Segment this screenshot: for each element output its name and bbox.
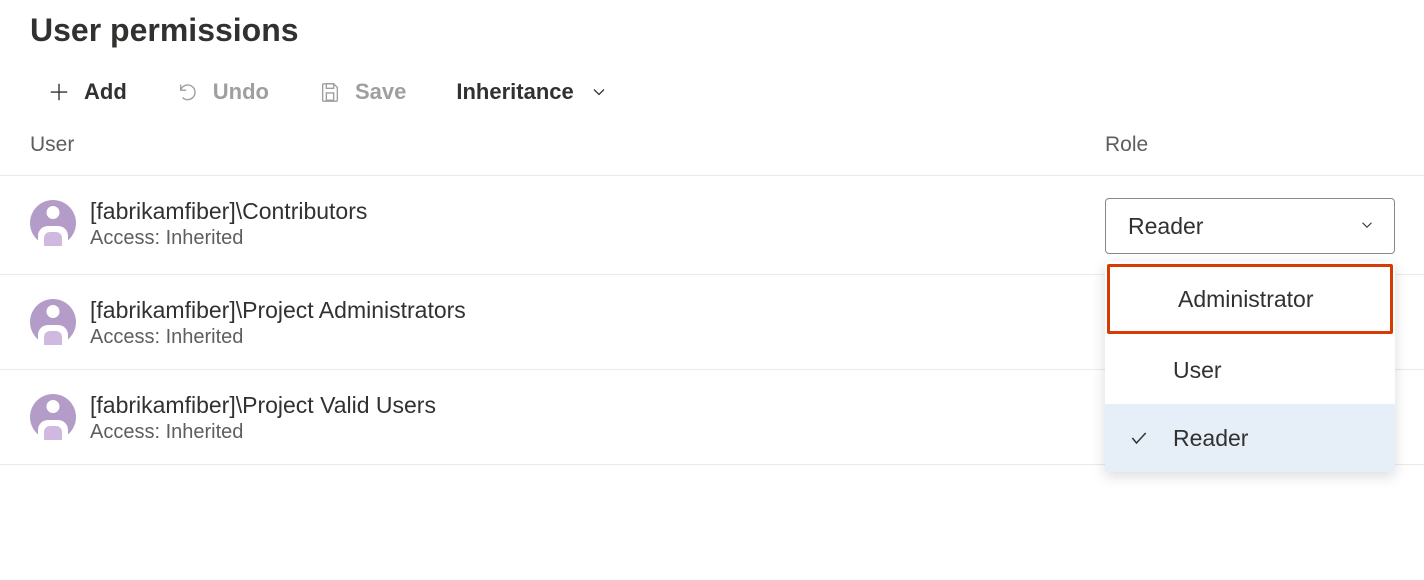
- dropdown-item-administrator[interactable]: Administrator: [1107, 264, 1393, 334]
- user-info: [fabrikamfiber]\Project Valid Users Acce…: [90, 392, 1105, 444]
- chevron-down-icon: [1358, 213, 1376, 240]
- user-permissions-panel: User permissions Add Undo Save Inheritan…: [0, 0, 1424, 465]
- user-name: [fabrikamfiber]\Project Valid Users: [90, 392, 1105, 419]
- group-avatar-icon: [30, 299, 76, 345]
- user-info: [fabrikamfiber]\Project Administrators A…: [90, 297, 1105, 349]
- save-icon: [319, 81, 341, 103]
- table-row[interactable]: [fabrikamfiber]\Contributors Access: Inh…: [0, 176, 1424, 275]
- role-dropdown: Administrator User Reader: [1105, 262, 1395, 472]
- header-user: User: [30, 133, 1105, 157]
- undo-label: Undo: [213, 79, 269, 105]
- role-select-value: Reader: [1128, 213, 1203, 240]
- chevron-down-icon: [588, 81, 610, 103]
- user-access: Access: Inherited: [90, 227, 1105, 250]
- inheritance-label: Inheritance: [456, 79, 573, 105]
- toolbar: Add Undo Save Inheritance: [0, 79, 1424, 133]
- dropdown-item-label: User: [1173, 357, 1222, 384]
- add-label: Add: [84, 79, 127, 105]
- dropdown-item-reader[interactable]: Reader: [1105, 404, 1395, 472]
- role-select[interactable]: Reader: [1105, 198, 1395, 254]
- inheritance-dropdown[interactable]: Inheritance: [456, 79, 609, 105]
- user-name: [fabrikamfiber]\Project Administrators: [90, 297, 1105, 324]
- table-headers: User Role: [0, 133, 1424, 176]
- save-button[interactable]: Save: [319, 79, 406, 105]
- dropdown-item-user[interactable]: User: [1105, 336, 1395, 404]
- undo-button[interactable]: Undo: [177, 79, 269, 105]
- dropdown-item-label: Reader: [1173, 425, 1248, 452]
- plus-icon: [48, 81, 70, 103]
- check-icon: [1129, 428, 1149, 448]
- role-cell: Reader Administrator User Reader: [1105, 198, 1395, 254]
- user-info: [fabrikamfiber]\Contributors Access: Inh…: [90, 198, 1105, 250]
- dropdown-item-label: Administrator: [1178, 286, 1313, 313]
- group-avatar-icon: [30, 200, 76, 246]
- user-name: [fabrikamfiber]\Contributors: [90, 198, 1105, 225]
- add-button[interactable]: Add: [48, 79, 127, 105]
- page-title: User permissions: [0, 12, 1424, 79]
- save-label: Save: [355, 79, 406, 105]
- group-avatar-icon: [30, 394, 76, 440]
- user-access: Access: Inherited: [90, 326, 1105, 349]
- header-role: Role: [1105, 133, 1394, 157]
- user-access: Access: Inherited: [90, 421, 1105, 444]
- undo-icon: [177, 81, 199, 103]
